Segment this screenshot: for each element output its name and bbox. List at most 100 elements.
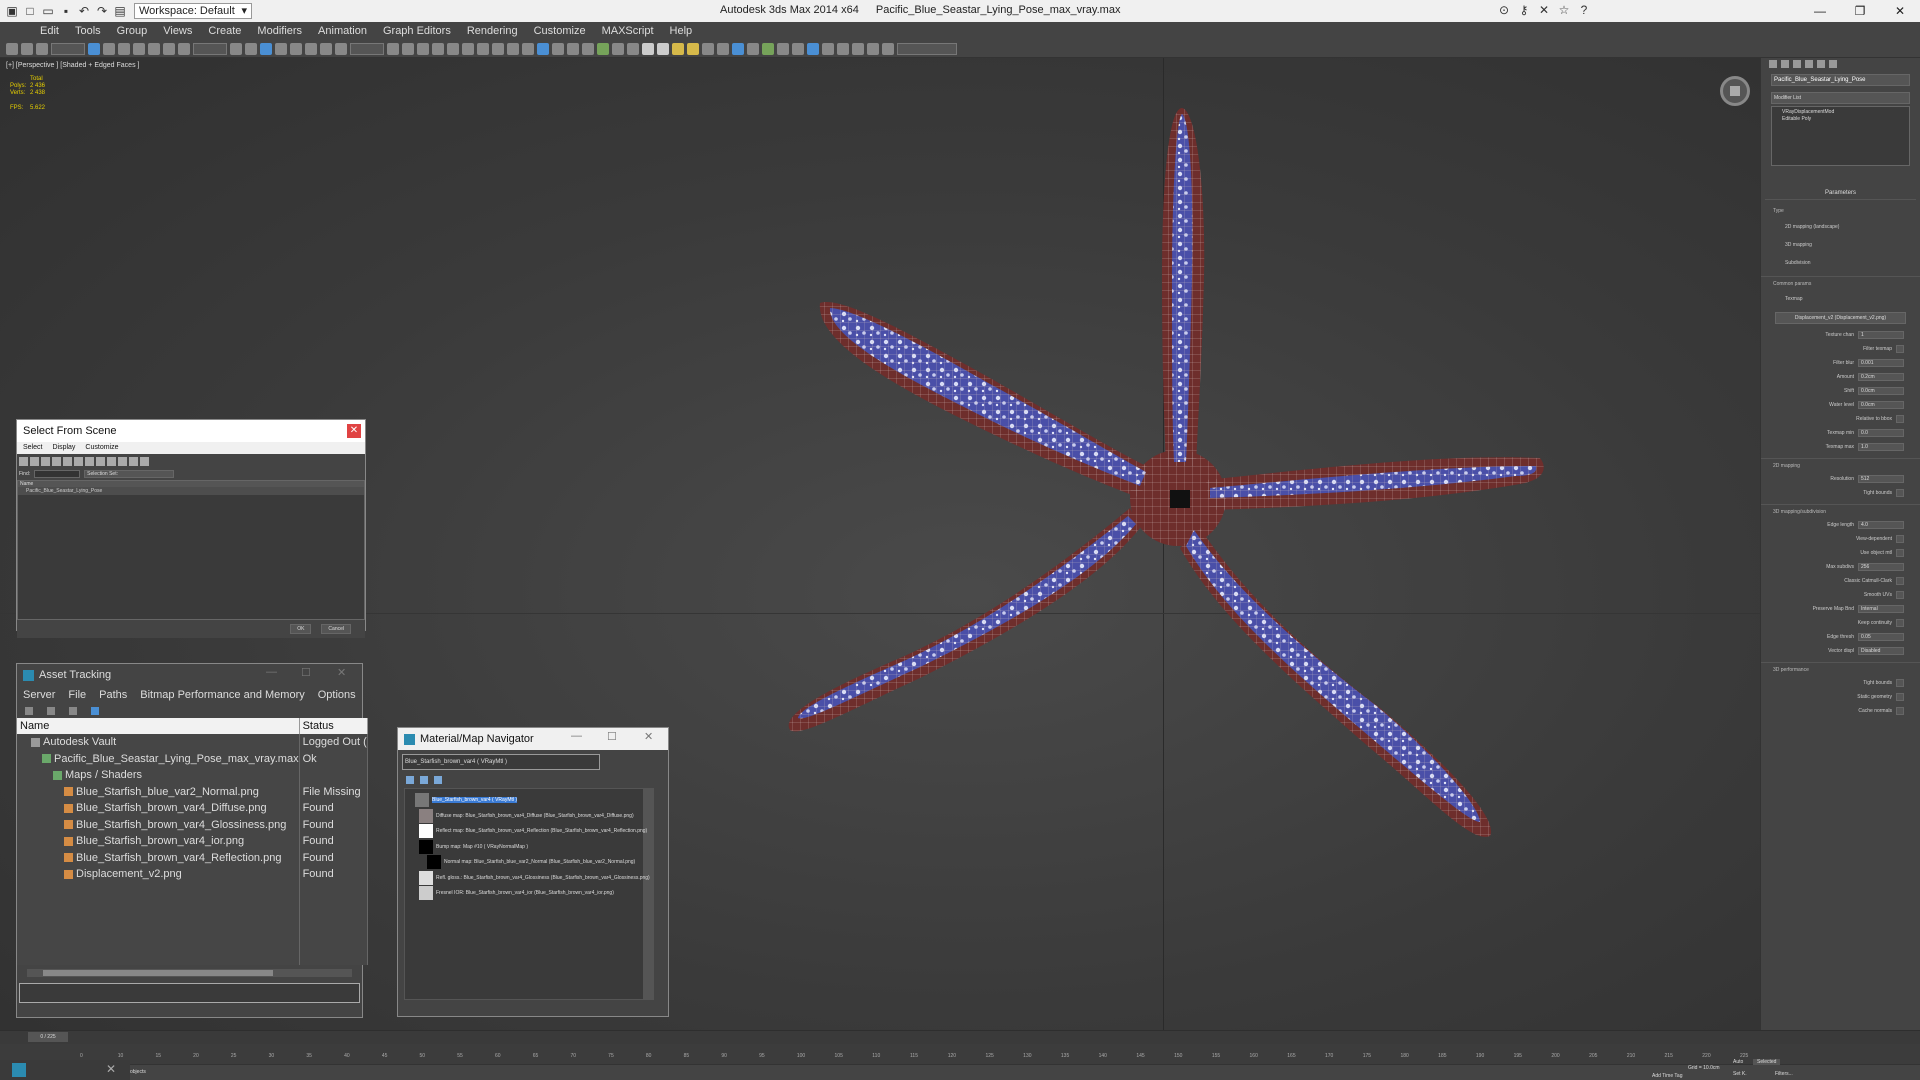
material-tree-node[interactable]: Bump map: Map #10 ( VRayNormalMap ) [419, 839, 528, 854]
param-field[interactable]: 0.0 [1858, 429, 1904, 437]
menu-edit[interactable]: Edit [32, 25, 67, 37]
window-crossing-icon[interactable] [133, 42, 145, 55]
render-setup-icon[interactable] [492, 42, 504, 55]
vray-fur-icon[interactable] [597, 42, 609, 55]
app-menu-icon[interactable]: ▣ [4, 3, 20, 19]
cancel-button[interactable]: Cancel [321, 624, 351, 634]
vray-sun-icon[interactable] [672, 42, 684, 55]
horizontal-scrollbar[interactable] [27, 969, 352, 977]
vray-camera-icon[interactable] [717, 42, 729, 55]
table-row[interactable]: Blue_Starfish_brown_var4_Glossiness.png F… [17, 816, 368, 833]
table-row[interactable]: Blue_Starfish_brown_var4_Diffuse.png Foun… [17, 800, 368, 817]
display-tab-icon[interactable] [1817, 60, 1825, 68]
vray-lights-icon[interactable] [582, 42, 594, 55]
checkin-icon[interactable] [47, 707, 55, 715]
object-name-field[interactable]: Pacific_Blue_Seastar_Lying_Pose [1771, 74, 1910, 86]
vray-ui-icon[interactable] [807, 42, 819, 55]
layer-manager-icon[interactable] [417, 42, 429, 55]
list-item[interactable]: Pacific_Blue_Seastar_Lying_Pose [18, 487, 364, 495]
toolbar-extra-dropdown[interactable] [897, 42, 957, 55]
vertical-scrollbar[interactable] [643, 789, 653, 999]
max-window-icon[interactable] [12, 1063, 26, 1077]
bind-space-warp-icon[interactable] [36, 42, 48, 55]
keyboard-shortcut-icon[interactable] [260, 42, 272, 55]
param-field[interactable] [1896, 619, 1904, 627]
menu-customize[interactable]: Customize [85, 442, 118, 454]
param-field[interactable] [1896, 345, 1904, 353]
menu-modifiers[interactable]: Modifiers [249, 25, 310, 37]
filter-groups-icon[interactable] [85, 456, 94, 466]
param-field[interactable]: 1.0 [1858, 443, 1904, 451]
col-status[interactable]: Status [299, 718, 368, 734]
utilities-tab-icon[interactable] [1829, 60, 1837, 68]
small-icons-icon[interactable] [434, 776, 442, 784]
vray-color-icon[interactable] [867, 42, 879, 55]
maximize-button[interactable]: ☐ [607, 730, 617, 743]
time-slider-handle[interactable]: 0 / 225 [28, 1032, 68, 1042]
menu-options[interactable]: Options [318, 686, 356, 704]
percent-snap-icon[interactable] [305, 42, 317, 55]
param-field[interactable] [1896, 577, 1904, 585]
reference-coord-dropdown[interactable] [193, 42, 227, 55]
vray-physical-camera-icon[interactable] [732, 42, 744, 55]
key-icon[interactable]: ⚷ [1516, 2, 1532, 18]
filter-none-icon[interactable] [129, 456, 138, 466]
vray-settings-icon[interactable] [822, 42, 834, 55]
stack-item[interactable]: VRayDisplacementMod [1774, 109, 1907, 116]
vray-region-icon[interactable] [882, 42, 894, 55]
menu-server[interactable]: Server [23, 686, 55, 704]
rendered-frame-icon[interactable] [507, 42, 519, 55]
modify-tab-icon[interactable] [1781, 60, 1789, 68]
param-field[interactable] [1896, 549, 1904, 557]
filter-cameras-icon[interactable] [52, 456, 61, 466]
vray-vfb-history-icon[interactable] [837, 42, 849, 55]
link-icon[interactable] [6, 42, 18, 55]
filter-invert-icon[interactable] [140, 456, 149, 466]
vray-ambient-icon[interactable] [702, 42, 714, 55]
table-row[interactable]: Maps / Shaders [17, 767, 368, 784]
align-icon[interactable] [402, 42, 414, 55]
filter-geometry-icon[interactable] [19, 456, 28, 466]
material-tree-node[interactable]: Fresnel IOR: Blue_Starfish_brown_var4_io… [419, 886, 614, 900]
mirror-icon[interactable] [387, 42, 399, 55]
table-row[interactable]: Pacific_Blue_Seastar_Lying_Pose_max_vray… [17, 750, 368, 767]
menu-views[interactable]: Views [155, 25, 200, 37]
star-icon[interactable]: ☆ [1556, 2, 1572, 18]
table-row[interactable]: Autodesk Vault Logged Out ( [17, 734, 368, 751]
param-field[interactable] [1896, 415, 1904, 423]
new-file-icon[interactable]: □ [22, 3, 38, 19]
pivot-center-icon[interactable] [230, 42, 242, 55]
select-by-name-icon[interactable] [103, 42, 115, 55]
texmap-button[interactable]: Displacement_v2 (Displacement_v2.png) [1775, 312, 1906, 324]
parameters-rollout[interactable]: Parameters [1765, 190, 1916, 200]
material-path-field[interactable]: Blue_Starfish_brown_var4 ( VRayMtl ) [402, 754, 600, 770]
project-folder-icon[interactable]: ▤ [112, 3, 128, 19]
spinner-snap-icon[interactable] [320, 42, 332, 55]
set-key-button[interactable]: Set K. [1733, 1071, 1747, 1077]
menu-group[interactable]: Group [109, 25, 156, 37]
close-icon[interactable]: ✕ [347, 424, 361, 438]
menu-maxscript[interactable]: MAXScript [594, 25, 662, 37]
menu-tools[interactable]: Tools [67, 25, 109, 37]
add-time-tag[interactable]: Add Time Tag [1652, 1073, 1682, 1079]
table-row[interactable]: Blue_Starfish_brown_var4_ior.png Found [17, 833, 368, 850]
menu-file[interactable]: File [68, 686, 86, 704]
material-tree-node[interactable]: Reflect map: Blue_Starfish_brown_var4_Re… [419, 824, 647, 838]
type-option-3d[interactable]: 3D mapping [1761, 236, 1920, 254]
save-icon[interactable]: ▪ [58, 3, 74, 19]
vray-rt-icon[interactable] [792, 42, 804, 55]
param-field[interactable]: 4.0 [1858, 521, 1904, 529]
snaps-toggle-icon[interactable] [275, 42, 287, 55]
create-tab-icon[interactable] [1769, 60, 1777, 68]
param-field[interactable] [1896, 707, 1904, 715]
redo-icon[interactable]: ↷ [94, 3, 110, 19]
material-tree-node[interactable]: Diffuse map: Blue_Starfish_brown_var4_Di… [419, 808, 634, 823]
filter-all-icon[interactable] [118, 456, 127, 466]
curve-editor-icon[interactable] [447, 42, 459, 55]
material-tree-node[interactable]: Normal map: Blue_Starfish_blue_var2_Norm… [427, 855, 635, 869]
param-field[interactable]: 256 [1858, 563, 1904, 571]
select-object-icon[interactable] [88, 42, 100, 55]
rotate-icon[interactable] [163, 42, 175, 55]
checkout-icon[interactable] [69, 707, 77, 715]
stack-item[interactable]: Editable Poly [1774, 116, 1907, 123]
